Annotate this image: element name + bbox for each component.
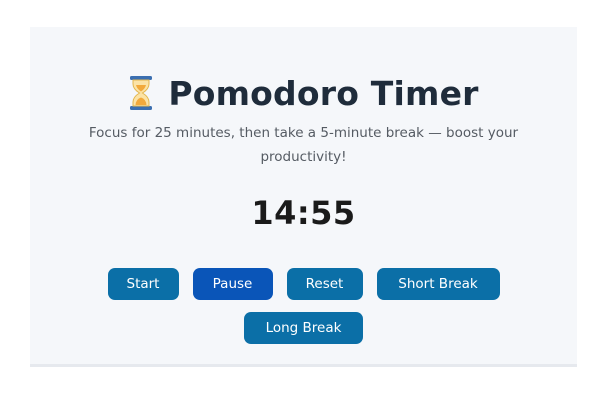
pomodoro-card: Pomodoro Timer Focus for 25 minutes, the… xyxy=(30,27,577,367)
pause-button[interactable]: Pause xyxy=(192,268,273,300)
description-text: Focus for 25 minutes, then take a 5-minu… xyxy=(88,125,519,165)
long-break-button[interactable]: Long Break xyxy=(244,312,363,344)
header: Pomodoro Timer xyxy=(30,75,577,111)
primary-controls: Start Pause Reset Short Break xyxy=(30,268,577,300)
short-break-button[interactable]: Short Break xyxy=(376,268,500,300)
hourglass-icon xyxy=(128,75,154,111)
secondary-controls: Long Break xyxy=(30,312,577,344)
page-title: Pomodoro Timer xyxy=(168,73,479,113)
reset-button[interactable]: Reset xyxy=(286,268,363,300)
timer-display: 14:55 xyxy=(251,194,356,232)
start-button[interactable]: Start xyxy=(107,268,179,300)
